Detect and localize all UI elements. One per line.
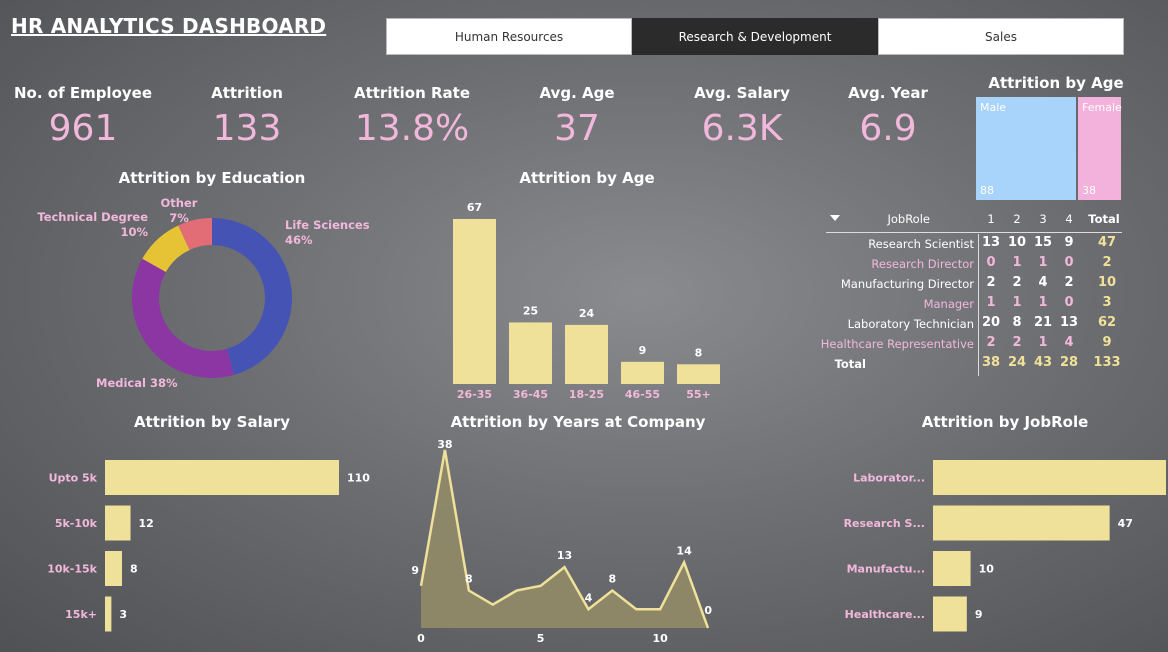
donut-label: 7%: [169, 211, 189, 225]
years-point-label: 38: [437, 438, 452, 451]
age-bar[interactable]: [621, 361, 664, 384]
hbar[interactable]: [105, 596, 112, 632]
years-point-label: 13: [557, 549, 572, 562]
hbar-value: 9: [975, 608, 983, 621]
years-tick-label: 5: [537, 632, 545, 645]
hbar-value: 47: [1118, 517, 1133, 530]
hbar[interactable]: [105, 460, 339, 495]
hbar-category-label: Research S...: [844, 517, 925, 530]
age-tick-label: 55+: [686, 388, 711, 401]
years-point-label: 0: [704, 604, 712, 617]
years-point-label: 8: [465, 573, 473, 586]
age-bar-value: 8: [695, 346, 703, 359]
hbar[interactable]: [933, 596, 967, 632]
age-tick-label: 46-55: [625, 388, 660, 401]
years-point-label: 9: [411, 564, 419, 577]
age-bar-value: 24: [579, 307, 595, 320]
donut-slice[interactable]: [131, 258, 235, 378]
age-bar[interactable]: [565, 324, 608, 384]
donut-label: 46%: [285, 233, 313, 247]
hbar[interactable]: [933, 551, 971, 586]
donut-label: Life Sciences: [285, 218, 370, 232]
hbar[interactable]: [105, 505, 131, 541]
hbar-value: 3: [119, 608, 127, 621]
age-chart-title: Attrition by Age: [519, 169, 654, 187]
hbar[interactable]: [933, 460, 1166, 495]
age-bar[interactable]: [509, 322, 552, 384]
age-tick-label: 36-45: [513, 388, 548, 401]
donut-label: Medical 38%: [96, 376, 178, 390]
charts-canvas: Attrition by Education Life Sciences46% M…: [37, 169, 1166, 645]
salary-chart-title: Attrition by Salary: [134, 413, 290, 431]
age-bar-chart: 67 26-35 25 36-45 24 18-25 9 46-55 8 55+: [453, 201, 720, 401]
donut-label: Technical Degree: [37, 210, 148, 224]
age-tick-label: 18-25: [569, 388, 604, 401]
hbar-category-label: Upto 5k: [49, 472, 98, 485]
donut-label: Other: [161, 196, 198, 210]
age-bar[interactable]: [677, 364, 720, 384]
hbar-value: 110: [347, 472, 370, 485]
age-bar-value: 67: [467, 201, 482, 214]
years-point-label: 4: [585, 591, 593, 604]
salary-bar-chart: 110 Upto 5k 12 5k-10k 8 10k-15k 3 15k+: [47, 460, 370, 632]
hbar[interactable]: [933, 505, 1110, 541]
age-tick-label: 26-35: [457, 388, 492, 401]
years-area-chart: 9 38 8 13 4 8 14 0 0 5 10: [411, 438, 712, 645]
hbar-value: 12: [139, 517, 154, 530]
hbar[interactable]: [105, 551, 123, 586]
years-point-label: 8: [609, 573, 617, 586]
hbar-category-label: 10k-15k: [47, 563, 97, 576]
age-bar-value: 9: [639, 344, 647, 357]
hbar-category-label: 15k+: [65, 608, 97, 621]
hbar-value: 10: [979, 563, 995, 576]
jobrole-chart-title: Attrition by JobRole: [922, 413, 1089, 431]
hbar-value: 8: [130, 563, 138, 576]
years-tick-label: 10: [653, 632, 669, 645]
age-bar-value: 25: [523, 304, 538, 317]
hbar-category-label: 5k-10k: [55, 517, 98, 530]
hbar-category-label: Laborator...: [853, 472, 925, 485]
hbar-category-label: Healthcare...: [845, 608, 925, 621]
education-donut-chart: Life Sciences46% Medical 38% Technical Deg…: [37, 196, 369, 390]
years-tick-label: 0: [417, 632, 425, 645]
years-point-label: 14: [676, 544, 692, 557]
hbar-category-label: Manufactu...: [847, 563, 925, 576]
years-chart-title: Attrition by Years at Company: [451, 413, 706, 431]
donut-label: 10%: [120, 225, 148, 239]
jobrole-bar-chart: 62Laborator...47Research S...10Manufactu…: [844, 460, 1166, 632]
age-bar[interactable]: [453, 219, 496, 384]
education-chart-title: Attrition by Education: [119, 169, 306, 187]
